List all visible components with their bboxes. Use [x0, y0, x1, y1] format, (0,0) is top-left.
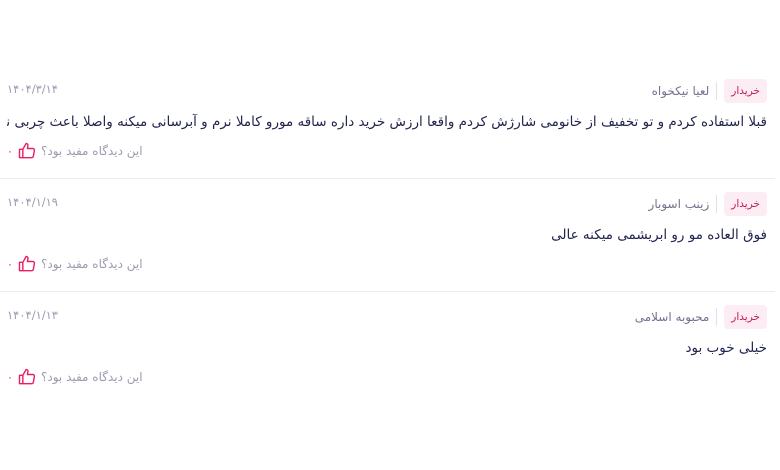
- buyer-badge: خریدار: [724, 79, 767, 103]
- review-header: لعیا نیکخواه خریدار ۱۴۰۴/۳/۱۴: [7, 78, 767, 104]
- review-author-block: محبوبه اسلامی خریدار: [635, 304, 767, 330]
- like-count: ۰: [7, 370, 13, 384]
- review-text: فوق العاده مو رو ابریشمی میکنه عالی: [551, 227, 767, 243]
- helpful-row: ۰ این دیدگاه مفید بود؟: [7, 141, 767, 161]
- review-item: لعیا نیکخواه خریدار ۱۴۰۴/۳/۱۴ قبلا استفا…: [0, 78, 775, 179]
- divider: [716, 82, 718, 100]
- helpful-row: ۰ این دیدگاه مفید بود؟: [7, 367, 767, 387]
- divider: [716, 195, 718, 213]
- review-author: محبوبه اسلامی: [634, 310, 710, 324]
- review-date: ۱۴۰۴/۱/۱۳: [7, 308, 58, 322]
- buyer-badge: خریدار: [724, 305, 767, 329]
- review-date: ۱۴۰۴/۳/۱۴: [7, 82, 58, 96]
- helpful-question: این دیدگاه مفید بود؟: [41, 144, 143, 158]
- reviews-list: لعیا نیکخواه خریدار ۱۴۰۴/۳/۱۴ قبلا استفا…: [0, 0, 780, 470]
- review-date: ۱۴۰۴/۱/۱۹: [7, 195, 58, 209]
- review-author: زینب اسوبار: [648, 197, 710, 211]
- helpful-question: این دیدگاه مفید بود؟: [41, 370, 143, 384]
- review-author-block: زینب اسوبار خریدار: [649, 191, 767, 217]
- review-author: لعیا نیکخواه: [651, 84, 710, 98]
- like-count: ۰: [7, 257, 13, 271]
- review-text: خیلی خوب بود: [685, 340, 768, 356]
- helpful-row: ۰ این دیدگاه مفید بود؟: [7, 254, 767, 274]
- review-item: محبوبه اسلامی خریدار ۱۴۰۴/۱/۱۳ خیلی خوب …: [0, 304, 775, 394]
- thumbs-up-icon[interactable]: [17, 367, 37, 387]
- review-text: قبلا استفاده کردم و تو تخفیف از خانومی ش…: [7, 114, 767, 130]
- helpful-question: این دیدگاه مفید بود؟: [41, 257, 143, 271]
- buyer-badge: خریدار: [724, 192, 767, 216]
- divider: [716, 308, 718, 326]
- review-author-block: لعیا نیکخواه خریدار: [652, 78, 767, 104]
- review-header: محبوبه اسلامی خریدار ۱۴۰۴/۱/۱۳: [7, 304, 767, 330]
- like-count: ۰: [7, 144, 13, 158]
- thumbs-up-icon[interactable]: [17, 141, 37, 161]
- thumbs-up-icon[interactable]: [17, 254, 37, 274]
- review-header: زینب اسوبار خریدار ۱۴۰۴/۱/۱۹: [7, 191, 767, 217]
- review-item: زینب اسوبار خریدار ۱۴۰۴/۱/۱۹ فوق العاده …: [0, 191, 775, 292]
